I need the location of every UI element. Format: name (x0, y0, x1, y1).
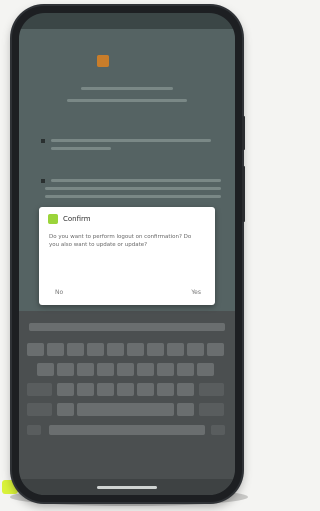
shift-key[interactable] (27, 383, 52, 396)
keyboard-key[interactable] (97, 363, 114, 376)
keyboard-key[interactable] (187, 343, 204, 356)
keyboard-key[interactable] (157, 363, 174, 376)
keyboard-key[interactable] (167, 343, 184, 356)
blurred-text-line (51, 179, 221, 182)
keyboard-key[interactable] (117, 363, 134, 376)
navigation-bar (19, 479, 235, 495)
keyboard-key[interactable] (127, 343, 144, 356)
keyboard-key[interactable] (177, 363, 194, 376)
enter-key[interactable] (199, 403, 224, 416)
backspace-key[interactable] (199, 383, 224, 396)
comma-key[interactable] (57, 403, 74, 416)
keyboard-key[interactable] (67, 343, 84, 356)
keyboard-toolbar-key[interactable] (27, 425, 41, 435)
home-gesture-pill[interactable] (97, 486, 157, 489)
dialog-message: Do you want to perform logout on confirm… (49, 234, 192, 248)
yes-button[interactable]: Yes (191, 289, 201, 296)
power-button (242, 116, 245, 150)
list-bullet (41, 179, 45, 183)
space-key[interactable] (77, 403, 174, 416)
confirm-dialog: Confirm Do you want to perform logout on… (39, 207, 215, 305)
symbols-key[interactable] (27, 403, 52, 416)
list-bullet (41, 139, 45, 143)
blurred-text-line (51, 147, 111, 150)
no-button[interactable]: No (55, 289, 63, 296)
keyboard-key[interactable] (107, 343, 124, 356)
keyboard-key[interactable] (27, 343, 44, 356)
app-logo (97, 53, 157, 69)
dialog-title: Confirm (63, 215, 91, 223)
keyboard-key[interactable] (57, 383, 74, 396)
volume-button (242, 166, 245, 222)
period-key[interactable] (177, 403, 194, 416)
keyboard-key[interactable] (197, 363, 214, 376)
blurred-text-line (51, 139, 211, 142)
app-icon (48, 214, 58, 224)
keyboard-key[interactable] (97, 383, 114, 396)
keyboard-toolbar-key[interactable] (211, 425, 225, 435)
keyboard-key[interactable] (37, 363, 54, 376)
keyboard-key[interactable] (29, 323, 225, 331)
keyboard-key[interactable] (147, 343, 164, 356)
phone-device: Confirm Do you want to perform logout on… (12, 6, 245, 502)
keyboard-key[interactable] (47, 343, 64, 356)
keyboard-key[interactable] (77, 363, 94, 376)
blurred-text-line (45, 195, 221, 198)
keyboard-key[interactable] (157, 383, 174, 396)
phone-screen: Confirm Do you want to perform logout on… (19, 13, 235, 495)
keyboard-key[interactable] (137, 383, 154, 396)
keyboard-key[interactable] (77, 383, 94, 396)
keyboard-key[interactable] (57, 363, 74, 376)
blurred-text-line (67, 99, 187, 102)
soft-keyboard[interactable] (19, 311, 235, 495)
blurred-text-line (81, 87, 173, 90)
status-bar (19, 13, 235, 29)
keyboard-key[interactable] (137, 363, 154, 376)
blurred-text-line (45, 187, 221, 190)
keyboard-key[interactable] (207, 343, 224, 356)
keyboard-key[interactable] (117, 383, 134, 396)
logo-mark-icon (97, 55, 109, 67)
suggestion-bar[interactable] (49, 425, 205, 435)
keyboard-key[interactable] (87, 343, 104, 356)
keyboard-key[interactable] (177, 383, 194, 396)
